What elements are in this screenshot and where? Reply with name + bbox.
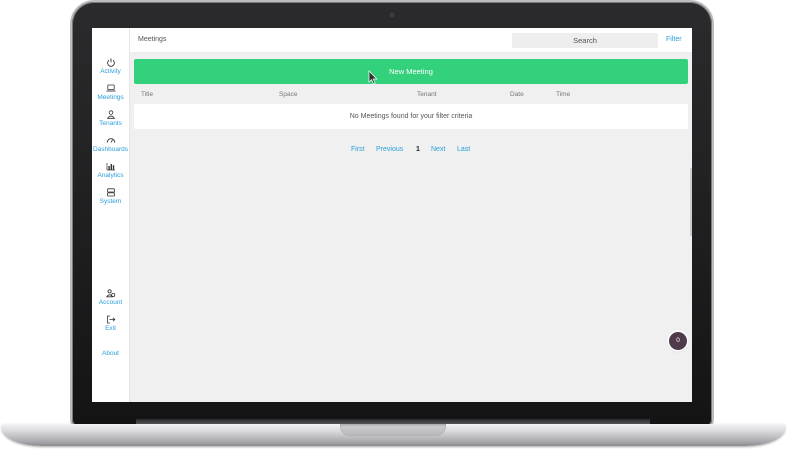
table-header: Title Space Tenant Date Time bbox=[130, 88, 692, 100]
pagination-first[interactable]: First bbox=[351, 146, 365, 153]
pagination-last[interactable]: Last bbox=[457, 146, 470, 153]
pagination-next[interactable]: Next bbox=[431, 146, 445, 153]
webcam bbox=[389, 12, 395, 18]
sidebar-item-exit[interactable]: Exit bbox=[92, 315, 129, 333]
column-header-time[interactable]: Time bbox=[556, 91, 570, 98]
column-header-space[interactable]: Space bbox=[279, 91, 297, 98]
bar-chart-icon bbox=[106, 163, 115, 171]
sidebar-item-label: System bbox=[99, 198, 122, 205]
pagination-previous[interactable]: Previous bbox=[376, 146, 403, 153]
sidebar-item-system[interactable]: System bbox=[92, 188, 129, 206]
top-bar: Meetings Filter bbox=[130, 28, 692, 53]
empty-state-message: No Meetings found for your filter criter… bbox=[134, 104, 688, 129]
new-meeting-button[interactable]: New Meeting bbox=[134, 59, 688, 84]
mouse-cursor-icon bbox=[368, 70, 378, 85]
user-icon bbox=[106, 110, 115, 119]
server-icon bbox=[106, 188, 115, 197]
gauge-icon bbox=[106, 138, 115, 143]
pagination: First Previous 1 Next Last bbox=[130, 146, 692, 158]
sidebar-item-label: Meetings bbox=[97, 94, 124, 101]
page-title: Meetings bbox=[138, 36, 167, 43]
sidebar-item-label: Tenants bbox=[99, 120, 122, 127]
sidebar-item-account[interactable]: Account bbox=[92, 289, 129, 307]
laptop-icon bbox=[106, 84, 115, 92]
sidebar-item-label: Exit bbox=[105, 325, 116, 332]
sidebar-item-label: Analytics bbox=[97, 172, 124, 179]
sidebar-item-label: Dashboards bbox=[92, 146, 129, 153]
sidebar-item-label: About bbox=[102, 350, 119, 357]
column-header-title[interactable]: Title bbox=[141, 91, 153, 98]
laptop-mockup: Activity Meetings Tenants Dashboards Ana… bbox=[0, 0, 787, 449]
users-icon bbox=[105, 289, 115, 298]
search-input[interactable] bbox=[512, 33, 658, 48]
sidebar: Activity Meetings Tenants Dashboards Ana… bbox=[92, 28, 130, 402]
pagination-current-page: 1 bbox=[416, 146, 420, 153]
column-header-date[interactable]: Date bbox=[510, 91, 524, 98]
scrollbar[interactable] bbox=[690, 168, 692, 236]
sidebar-item-about[interactable]: About bbox=[92, 350, 129, 358]
sidebar-item-dashboards[interactable]: Dashboards bbox=[92, 136, 129, 154]
sidebar-item-tenants[interactable]: Tenants bbox=[92, 110, 129, 128]
column-header-tenant[interactable]: Tenant bbox=[417, 91, 437, 98]
power-icon bbox=[106, 58, 115, 67]
sidebar-item-label: Account bbox=[98, 299, 123, 306]
app-screen: Activity Meetings Tenants Dashboards Ana… bbox=[92, 28, 692, 402]
sidebar-item-label: Activity bbox=[100, 68, 121, 75]
laptop-opening-notch bbox=[340, 424, 446, 436]
notification-badge[interactable]: 0 bbox=[669, 332, 687, 350]
sidebar-item-analytics[interactable]: Analytics bbox=[92, 162, 129, 180]
sidebar-item-meetings[interactable]: Meetings bbox=[92, 84, 129, 102]
filter-link[interactable]: Filter bbox=[666, 36, 682, 43]
exit-icon bbox=[106, 315, 115, 324]
sidebar-item-activity[interactable]: Activity bbox=[92, 58, 129, 76]
